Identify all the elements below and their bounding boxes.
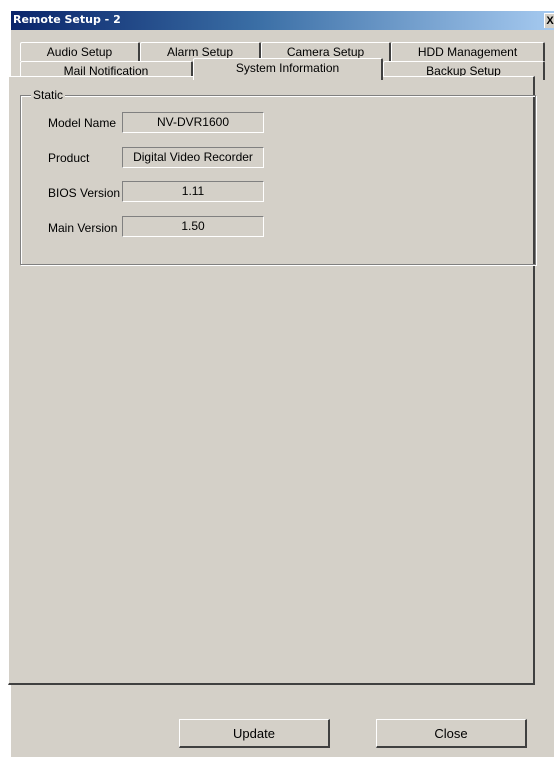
bios-version-label: BIOS Version	[48, 186, 121, 200]
tab-system-information[interactable]: System Information	[193, 58, 383, 80]
product-field: Digital Video Recorder	[122, 147, 264, 168]
model-name-field: NV-DVR1600	[122, 112, 264, 133]
close-window-button[interactable]: X	[544, 13, 554, 28]
model-name-label: Model Name	[48, 116, 117, 130]
bios-version-field: 1.11	[122, 181, 264, 202]
static-group-legend: Static	[31, 88, 66, 102]
close-button[interactable]: Close	[376, 719, 527, 748]
main-version-field: 1.50	[122, 216, 264, 237]
window-title: Remote Setup - 2	[13, 13, 121, 26]
tab-audio-setup[interactable]: Audio Setup	[20, 42, 140, 61]
title-bar[interactable]: Remote Setup - 2 X	[11, 11, 554, 30]
tab-hdd-management[interactable]: HDD Management	[391, 42, 545, 61]
product-label: Product	[48, 151, 90, 165]
main-version-label: Main Version	[48, 221, 118, 235]
update-button[interactable]: Update	[179, 719, 330, 748]
